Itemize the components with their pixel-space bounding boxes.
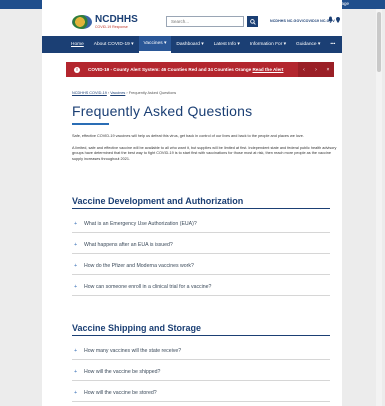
site-links[interactable]: NCDHHS NC.GOV/COVID19 NC.GOV [270,19,335,23]
faq-question: What happens after an EUA is issued? [84,241,173,248]
faq-item[interactable]: + What is an Emergency Use Authorization… [72,215,330,233]
faq-question: How many vaccines will the state receive… [84,347,182,354]
search-button[interactable] [247,16,258,27]
nav-more[interactable]: ••• [325,36,340,53]
nav-guidance[interactable]: Guidance ▾ [291,36,325,53]
expand-icon: + [74,262,78,269]
alert-text: COVID-19 - County Alert System: 46 Count… [88,67,283,72]
alert-link[interactable]: Read the Alert [252,67,283,72]
nav-information-for[interactable]: Information For ▾ [245,36,291,53]
page: NCDHHS COVID-19 Response NCDHHS NC.GOV/C… [42,0,342,406]
breadcrumb-home[interactable]: NCDHHS COVID-19 [72,91,107,95]
section-heading-development: Vaccine Development and Authorization [72,196,244,206]
nav-latest-info[interactable]: Latest Info ▾ [209,36,245,53]
logo-subtitle: COVID-19 Response [95,25,128,29]
section-rule [72,208,330,209]
alert-message: COVID-19 - County Alert System: 46 Count… [88,67,252,72]
breadcrumb-vaccines[interactable]: Vaccines [110,91,125,95]
expand-icon: + [74,368,78,375]
alert-close-button[interactable]: × [322,62,334,77]
faq-item[interactable]: + How can someone enroll in a clinical t… [72,278,330,296]
page-title: Frequently Asked Questions [72,103,253,119]
expand-icon: + [74,283,78,290]
expand-icon: + [74,220,78,227]
nav-about-covid[interactable]: About COVID-19 ▾ [89,36,139,53]
faq-question: How do the Pfizer and Moderna vaccines w… [84,262,194,269]
expand-icon: + [74,241,78,248]
faq-item[interactable]: + How will the vaccine be shipped? [72,363,330,381]
section-heading-shipping: Vaccine Shipping and Storage [72,323,202,333]
intro-paragraph-1: Safe, effective COVID-19 vaccines will h… [72,134,304,138]
breadcrumb: NCDHHS COVID-19 › Vaccines › Frequently … [72,91,176,95]
alert-banner: ! COVID-19 - County Alert System: 46 Cou… [66,62,334,77]
search-input[interactable] [166,16,244,27]
notification-bell-icon[interactable] [328,16,333,23]
faq-question: How will the vaccine be shipped? [84,368,161,375]
nav-dashboard[interactable]: Dashboard ▾ [171,36,208,53]
nc-logo-icon [72,15,92,30]
alert-icon: ! [74,66,80,73]
title-underline [72,123,109,125]
intro-paragraph-2: A limited, safe and effective vaccine wi… [72,146,337,161]
faq-question: How can someone enroll in a clinical tri… [84,283,212,290]
nav-vaccines[interactable]: Vaccines ▾ [138,36,172,53]
alert-prev-button[interactable]: ‹ [298,62,310,77]
faq-question: What is an Emergency Use Authorization (… [84,220,197,227]
faq-item[interactable]: + What happens after an EUA is issued? [72,236,330,254]
faq-question: How will the vaccine be stored? [84,389,157,396]
logo-title: NCDHHS [95,14,138,25]
alert-next-button[interactable]: › [310,62,322,77]
location-pin-icon[interactable] [336,17,340,23]
site-logo[interactable]: NCDHHS COVID-19 Response [72,15,138,30]
faq-item[interactable]: + How will the vaccine be stored? [72,384,330,402]
faq-item[interactable]: + How do the Pfizer and Moderna vaccines… [72,257,330,275]
search-icon [249,18,256,25]
expand-icon: + [74,347,78,354]
faq-item[interactable]: + How many vaccines will the state recei… [72,342,330,360]
expand-icon: + [74,389,78,396]
main-nav: Home About COVID-19 ▾ Vaccines ▾ Dashboa… [42,36,342,53]
nav-home[interactable]: Home [66,36,89,53]
section-rule [72,335,330,336]
breadcrumb-current: Frequently Asked Questions [128,91,177,95]
scrollbar-thumb[interactable] [377,12,381,72]
